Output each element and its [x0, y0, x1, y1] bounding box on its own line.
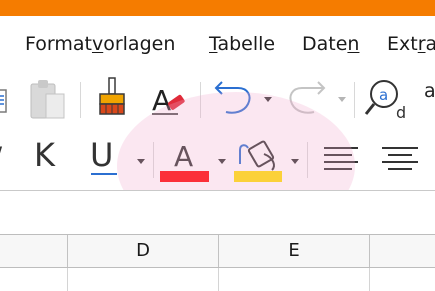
toolbar-separator — [80, 82, 81, 118]
cell-gridline — [218, 268, 219, 291]
bold-fragment[interactable]: / — [0, 142, 8, 172]
column-header-f[interactable] — [370, 235, 435, 267]
clear-formatting-icon[interactable]: A — [148, 80, 188, 120]
cell-gridline — [369, 268, 370, 291]
toolbar-separator — [153, 142, 154, 178]
column-header-e[interactable]: E — [219, 235, 370, 267]
highlight-color-bar — [234, 171, 282, 182]
clipboard-icon[interactable] — [28, 78, 68, 120]
font-color-label: A — [174, 140, 194, 173]
align-center-icon[interactable] — [380, 142, 420, 178]
underline-button[interactable]: U — [90, 136, 122, 178]
column-header-row: D E — [0, 234, 435, 268]
svg-text:A: A — [152, 84, 171, 117]
highlight-color-button[interactable] — [234, 136, 284, 182]
italic-button[interactable]: K — [34, 136, 64, 176]
menu-daten[interactable]: Daten — [302, 32, 359, 56]
redo-dropdown-arrow[interactable] — [338, 97, 346, 102]
spelling-glyph: a — [424, 80, 435, 102]
underline-label: U — [90, 136, 114, 174]
redo-icon[interactable] — [284, 78, 328, 118]
cell-gridline — [67, 268, 68, 291]
menu-bar: Formatvorlagen Tabelle Daten Extras — [0, 16, 435, 72]
column-header-c[interactable] — [0, 235, 68, 267]
undo-dropdown-arrow[interactable] — [264, 97, 272, 102]
italic-label: K — [34, 136, 55, 174]
column-header-d[interactable]: D — [68, 235, 219, 267]
window-titlebar — [0, 0, 435, 16]
formula-bar[interactable] — [0, 190, 435, 234]
paste-icon[interactable] — [0, 86, 12, 116]
font-color-dropdown-arrow[interactable] — [218, 159, 226, 164]
svg-text:d: d — [396, 103, 406, 122]
underline-bar — [91, 173, 117, 175]
align-left-icon[interactable] — [322, 142, 362, 178]
font-color-bar — [160, 171, 209, 182]
underline-dropdown-arrow[interactable] — [137, 159, 145, 164]
toolbar-separator — [307, 142, 308, 178]
spelling-icon[interactable]: a — [424, 80, 435, 110]
toolbar-separator — [354, 82, 355, 118]
find-replace-icon[interactable]: ad — [362, 76, 410, 122]
font-color-button[interactable]: A — [160, 136, 210, 182]
clone-formatting-icon[interactable] — [94, 76, 130, 120]
menu-tabelle[interactable]: Tabelle — [209, 32, 275, 56]
toolbar-area: A ad a / K U A — [0, 72, 435, 190]
menu-formatvorlagen[interactable]: Formatvorlagen — [25, 32, 175, 56]
menu-extras[interactable]: Extras — [387, 32, 435, 56]
svg-text:a: a — [379, 86, 388, 104]
cell-grid[interactable] — [0, 268, 435, 291]
highlight-dropdown-arrow[interactable] — [291, 159, 299, 164]
undo-icon[interactable] — [212, 78, 256, 118]
toolbar-separator — [200, 82, 201, 118]
